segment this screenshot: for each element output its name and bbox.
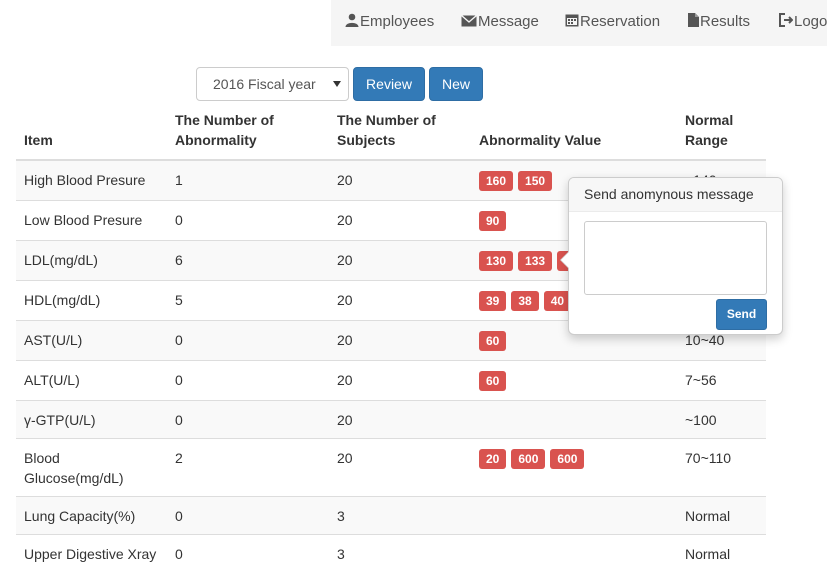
cell-abnormality-values: 20 600 600 xyxy=(471,438,677,497)
anonymous-message-popover: Send anomynous message Send xyxy=(560,177,783,335)
chevron-down-icon xyxy=(333,81,341,87)
health-results-table: Item The Number of Abnormality The Numbe… xyxy=(16,105,766,572)
abnormal-value-badge: 600 xyxy=(550,449,585,469)
logout-icon xyxy=(779,13,794,27)
table-row: ALT(U/L) 0 20 60 7~56 xyxy=(16,360,766,401)
abnormal-value-badge: 38 xyxy=(511,291,539,311)
table-header-row: Item The Number of Abnormality The Numbe… xyxy=(16,105,766,161)
table-row: Blood Glucose(mg/dL) 2 20 20 600 600 70~110 xyxy=(16,438,766,497)
cell-abnormality: 0 xyxy=(167,320,329,361)
message-textarea[interactable] xyxy=(584,221,767,295)
nav-employees-label: Employees xyxy=(360,13,435,30)
review-button[interactable]: Review xyxy=(353,67,425,101)
calendar-icon xyxy=(565,14,579,27)
navbar-blank-area xyxy=(0,0,331,46)
table-row: Lung Capacity(%) 0 3 Normal xyxy=(16,496,766,535)
cell-subjects: 20 xyxy=(329,240,471,281)
cell-abnormality-values: 60 xyxy=(471,360,677,401)
table-row: Upper Digestive Xray 0 3 Normal xyxy=(16,534,766,572)
cell-subjects: 20 xyxy=(329,400,471,439)
popover-arrow xyxy=(560,251,569,269)
cell-item: ALT(U/L) xyxy=(16,360,167,401)
table-row: γ-GTP(U/L) 0 20 ~100 xyxy=(16,400,766,439)
cell-abnormality-values xyxy=(471,496,677,535)
cell-normal-range: Normal xyxy=(677,496,766,535)
abnormal-value-badge: 90 xyxy=(479,211,507,231)
cell-item: γ-GTP(U/L) xyxy=(16,400,167,439)
nav-results-label: Results xyxy=(700,13,751,30)
cell-abnormality: 6 xyxy=(167,240,329,281)
nav-reservation[interactable]: Reservation xyxy=(565,0,660,46)
file-icon xyxy=(688,13,699,27)
nav-logout-label: Logo xyxy=(794,13,827,30)
cell-abnormality: 0 xyxy=(167,496,329,535)
cell-normal-range: Normal xyxy=(677,534,766,572)
cell-normal-range: ~100 xyxy=(677,400,766,439)
cell-subjects: 20 xyxy=(329,280,471,321)
cell-abnormality: 0 xyxy=(167,360,329,401)
cell-subjects: 20 xyxy=(329,320,471,361)
abnormal-value-badge: 160 xyxy=(479,171,514,191)
abnormal-value-badge: 40 xyxy=(543,291,572,311)
nav-logout[interactable]: Logo xyxy=(779,0,827,46)
abnormal-value-badge: 133 xyxy=(518,251,553,271)
nav-employees[interactable]: Employees xyxy=(345,0,434,46)
cell-subjects: 3 xyxy=(329,534,471,572)
popover-title: Send anomynous message xyxy=(569,178,782,212)
nav-results[interactable]: Results xyxy=(688,0,750,46)
cell-abnormality: 5 xyxy=(167,280,329,321)
cell-abnormality: 0 xyxy=(167,400,329,439)
new-button[interactable]: New xyxy=(429,67,483,101)
header-value: Abnormality Value xyxy=(471,105,677,161)
abnormal-value-badge: 130 xyxy=(479,251,514,271)
cell-item: AST(U/L) xyxy=(16,320,167,361)
abnormal-value-badge: 60 xyxy=(479,331,507,351)
abnormal-value-badge: 39 xyxy=(479,291,507,311)
envelope-icon xyxy=(461,14,477,27)
cell-item: Lung Capacity(%) xyxy=(16,496,167,535)
header-item: Item xyxy=(16,105,167,161)
header-subjects: The Number of Subjects xyxy=(329,105,471,161)
cell-normal-range: 7~56 xyxy=(677,360,766,401)
user-icon xyxy=(345,13,359,27)
cell-subjects: 3 xyxy=(329,496,471,535)
cell-abnormality: 0 xyxy=(167,534,329,572)
cell-item: High Blood Presure xyxy=(16,159,167,201)
cell-item: LDL(mg/dL) xyxy=(16,240,167,281)
cell-abnormality-values xyxy=(471,534,677,572)
abnormal-value-badge: 600 xyxy=(511,449,546,469)
nav-message-label: Message xyxy=(478,13,539,30)
cell-subjects: 20 xyxy=(329,438,471,497)
cell-subjects: 20 xyxy=(329,159,471,201)
fiscal-year-value: 2016 Fiscal year xyxy=(213,76,316,92)
cell-item: HDL(mg/dL) xyxy=(16,280,167,321)
cell-abnormality: 0 xyxy=(167,200,329,241)
nav-message[interactable]: Message xyxy=(461,0,539,46)
cell-subjects: 20 xyxy=(329,200,471,241)
abnormal-value-badge: 60 xyxy=(479,371,507,391)
cell-item: Upper Digestive Xray xyxy=(16,534,167,572)
abnormal-value-badge: 150 xyxy=(518,171,553,191)
cell-subjects: 20 xyxy=(329,360,471,401)
cell-item: Blood Glucose(mg/dL) xyxy=(16,438,167,497)
abnormal-value-badge: 20 xyxy=(479,449,507,469)
cell-abnormality-values xyxy=(471,400,677,439)
nav-reservation-label: Reservation xyxy=(580,13,661,30)
cell-abnormality: 1 xyxy=(167,159,329,201)
cell-normal-range: 70~110 xyxy=(677,438,766,497)
send-button[interactable]: Send xyxy=(716,299,767,330)
fiscal-year-select[interactable]: 2016 Fiscal year xyxy=(196,67,349,101)
top-navbar: Employees Message Reservation Results Lo… xyxy=(0,0,827,46)
cell-item: Low Blood Presure xyxy=(16,200,167,241)
header-range: Normal Range xyxy=(677,105,766,161)
header-abnormality: The Number of Abnormality xyxy=(167,105,329,161)
cell-abnormality: 2 xyxy=(167,438,329,497)
